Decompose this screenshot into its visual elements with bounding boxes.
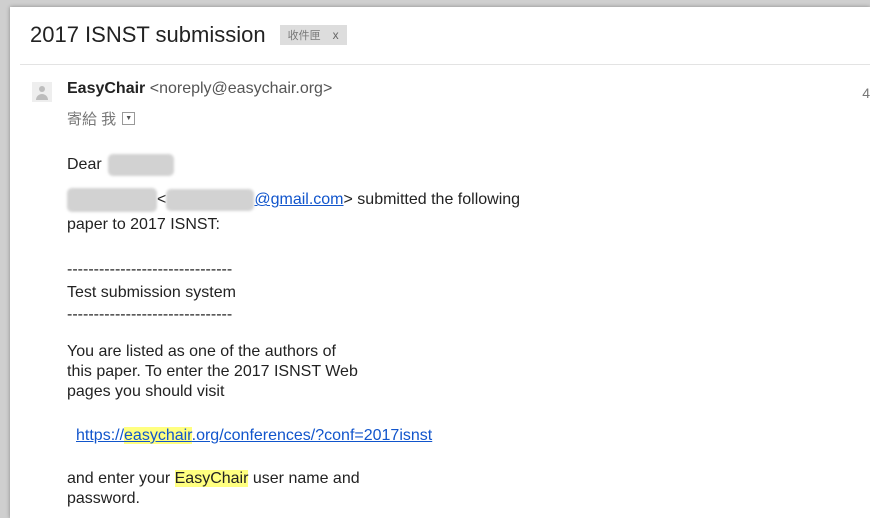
paper-title: Test submission system [67, 284, 236, 301]
sender-email: <noreply@easychair.org> [149, 80, 333, 97]
submitted-text: > submitted the following [343, 191, 521, 209]
inbox-label-chip: 收件匣 x [279, 25, 347, 45]
link-suffix: .org/conferences/?conf=2017isnst [191, 427, 433, 444]
redacted-email-user [166, 189, 255, 211]
para1-line1: You are listed as one of the authors of [67, 343, 336, 360]
para2-highlight: EasyChair [174, 470, 249, 487]
subject-row: 2017 ISNST submission 收件匣 x [30, 20, 347, 50]
body-line-2: paper to 2017 ISNST: [67, 216, 220, 233]
email-domain: @gmail.com [254, 191, 344, 209]
dashes-top: ------------------------------- [67, 261, 233, 278]
para1-line2: this paper. To enter the 2017 ISNST Web [67, 363, 358, 380]
submitter-email-link[interactable]: @gmail.com [166, 189, 344, 211]
dashes-bottom: ------------------------------- [67, 306, 233, 323]
para1-line3: pages you should visit [67, 383, 225, 400]
sender-name[interactable]: EasyChair [67, 80, 145, 97]
link-prefix: https:// [76, 427, 125, 444]
sender-line: EasyChair <noreply@easychair.org> [67, 80, 332, 98]
greeting-line: Dear [67, 154, 175, 176]
para2-prefix: and enter your [67, 470, 175, 487]
inbox-label: 收件匣 [287, 30, 321, 42]
header-divider [20, 64, 870, 65]
email-panel: 2017 ISNST submission 收件匣 x EasyChair <n… [10, 7, 870, 518]
email-subject: 2017 ISNST submission [30, 22, 266, 47]
submitter-line: < @gmail.com> submitted the following [67, 188, 520, 212]
remove-label-button[interactable]: x [333, 28, 339, 42]
recipient-line: 寄給 我 ▼ [67, 108, 136, 129]
chevron-down-icon[interactable]: ▼ [122, 112, 136, 125]
link-highlight: easychair [124, 427, 192, 444]
avatar-icon [32, 82, 52, 102]
recipient-text: 寄給 我 [67, 111, 117, 128]
redacted-submitter-name [67, 188, 157, 212]
para2-suffix: user name and [248, 470, 360, 487]
open-bracket: < [157, 191, 167, 209]
conference-link-line: https://easychair.org/conferences/?conf=… [76, 426, 432, 445]
para2-line1: and enter your EasyChair user name and [67, 469, 360, 488]
para2-line2: password. [67, 490, 140, 507]
timestamp-cutoff: 4 [862, 85, 870, 101]
redacted-name [108, 154, 175, 176]
conference-link[interactable]: https://easychair.org/conferences/?conf=… [76, 427, 432, 444]
greeting-text: Dear [67, 156, 102, 174]
